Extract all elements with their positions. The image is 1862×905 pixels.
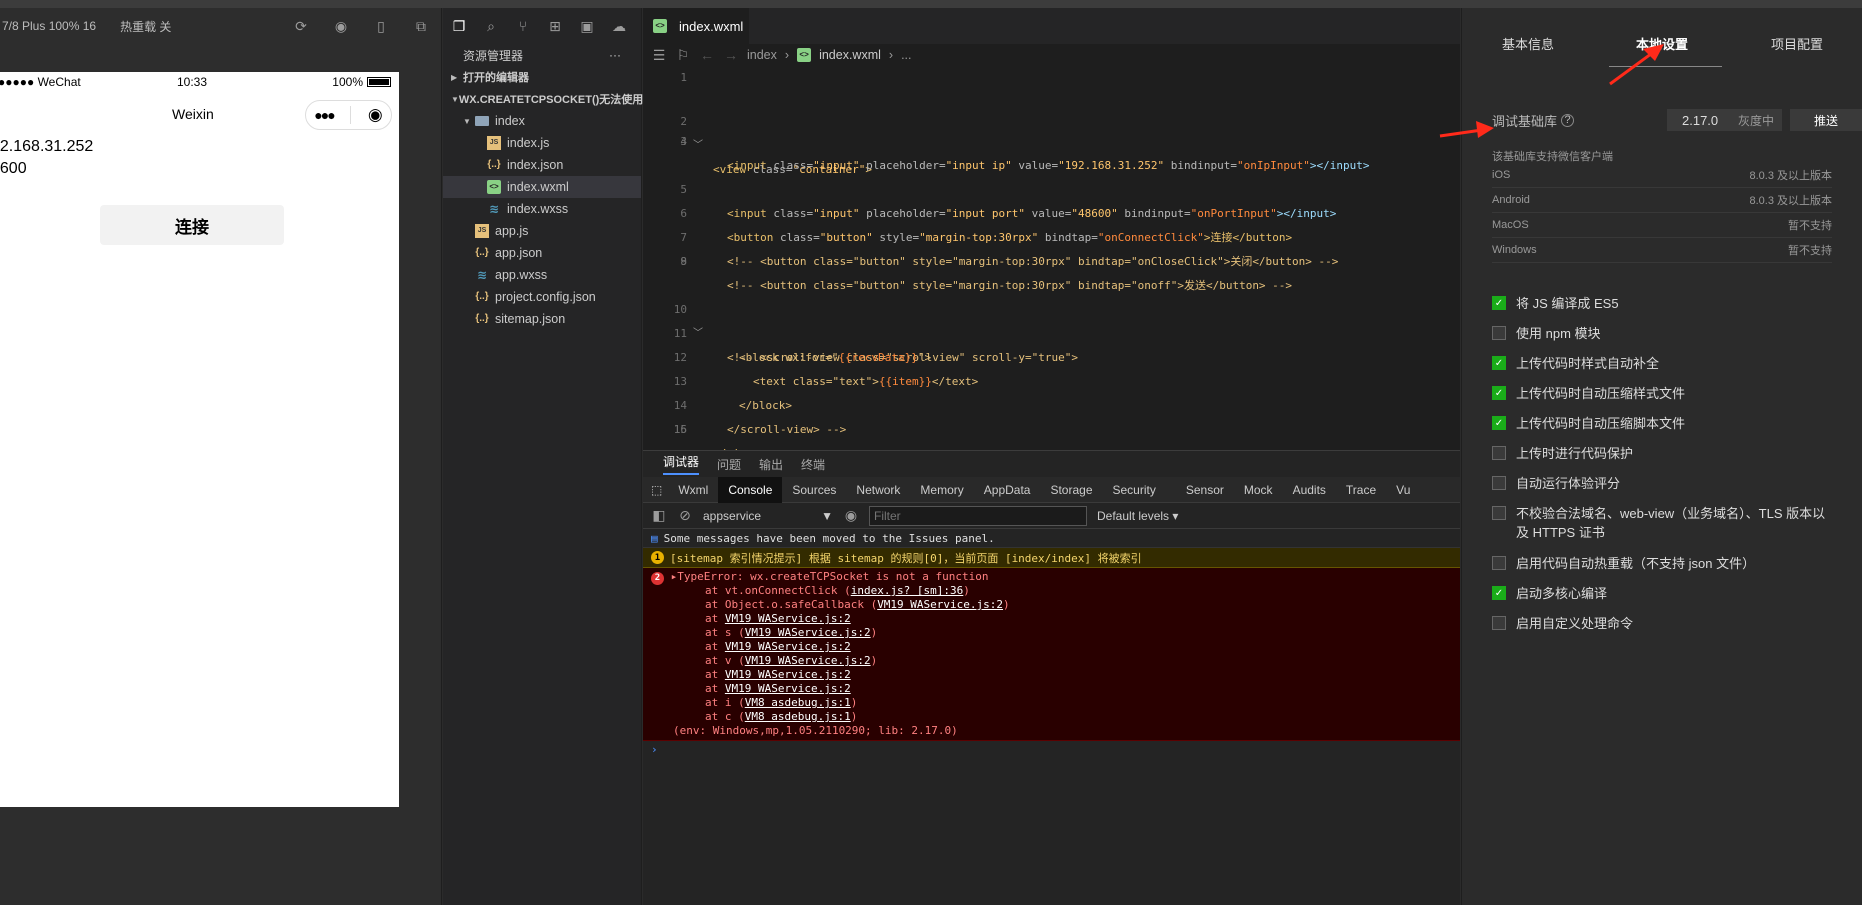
arrow-to-local-settings <box>1609 44 1664 86</box>
annotation-arrows <box>1439 44 1664 138</box>
arrow-to-debug-lib <box>1439 121 1494 138</box>
